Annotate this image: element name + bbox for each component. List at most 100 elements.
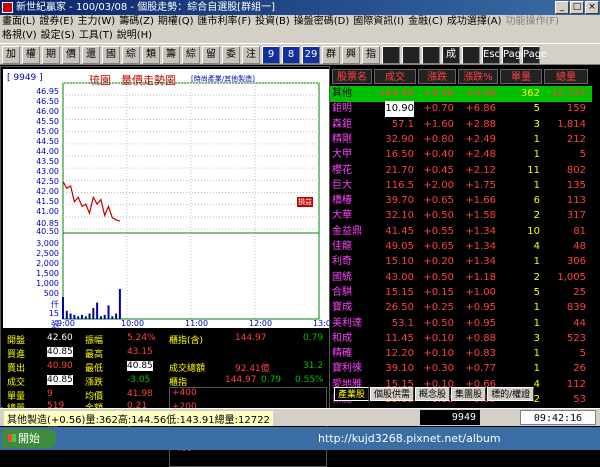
watchlist-cell: +1.66 [465, 195, 496, 207]
watchlist-cell: 5 [579, 348, 586, 360]
windows-logo-icon [8, 434, 16, 442]
group-tab[interactable]: 個股供需 [370, 387, 415, 401]
menu-item[interactable]: 說明(H) [117, 30, 152, 41]
mini-chart-change: 0.79 [261, 375, 282, 385]
toolbar-button[interactable]: Page [522, 46, 547, 64]
stat-label: 成交總額 [169, 364, 206, 374]
watchlist-row[interactable]: 精確 12.20 +0.10 +0.83 1 5 [330, 346, 592, 362]
watchlist-cell: 11.45 [385, 332, 414, 344]
toolbar-button[interactable]: 加 [2, 46, 20, 64]
menu-item[interactable]: 成功選擇(A) [447, 16, 502, 27]
watchlist-row[interactable]: 合騏 15.15 +0.15 +1.00 5 25 [330, 285, 592, 301]
menu-item[interactable]: 工具(T) [79, 30, 113, 41]
watchlist-row[interactable]: 鉅明 10.90 +0.70 +6.86 5 159 [330, 101, 592, 118]
toolbar-button[interactable]: Esc [482, 46, 500, 64]
menu-item[interactable]: 國際資訊(I) [353, 16, 404, 27]
toolbar-button[interactable]: 留 [202, 46, 220, 64]
watchlist-row[interactable]: 巨大 116.5 +2.00 +1.75 1 135 [330, 178, 592, 194]
watchlist-pane: 股票名 成交 漲跌 漲跌% 單量 總量 其他 144.56 +0.56 +0.39 362 12,7… [330, 66, 600, 408]
menu-item[interactable]: 主力(W) [78, 16, 116, 27]
watchlist-row[interactable]: 利奇 15.10 +0.20 +1.34 1 306 [330, 254, 592, 270]
app-window: 新世紀贏家 - 100/03/08 - 個股走勢：綜合自選股[群組一] _ □ … [0, 0, 600, 467]
menu-item[interactable]: 操盤密碼(D) [294, 16, 350, 27]
maximize-icon[interactable]: □ [570, 1, 584, 14]
column-header[interactable]: 股票名 [332, 69, 372, 84]
toolbar-button[interactable]: 指 [362, 46, 380, 64]
column-header[interactable]: 漲跌 [418, 69, 456, 84]
watchlist-row[interactable]: 金益鼎 41.45 +0.55 +1.34 10 81 [330, 224, 592, 240]
watchlist-cell: 5 [533, 103, 540, 115]
toolbar-button[interactable]: Page [502, 46, 527, 64]
watchlist-row[interactable]: 其他 144.56 +0.56 +0.39 362 12,722 [330, 86, 592, 102]
column-header[interactable]: 單量 [500, 69, 542, 84]
menu-item[interactable]: 投資(B) [255, 16, 290, 27]
toolbar-button[interactable]: 期 [42, 46, 60, 64]
toolbar-button[interactable]: 9 [262, 46, 280, 64]
column-header[interactable]: 成交 [374, 69, 416, 84]
watchlist-row[interactable]: 國統 43.00 +0.50 +1.18 2 1,005 [330, 270, 592, 286]
watchlist-row[interactable]: 大華 32.10 +0.50 +1.58 2 317 [330, 208, 592, 224]
watchlist-row[interactable]: 寶利徠 39.10 +0.30 +0.77 1 26 [330, 361, 592, 377]
watchlist-row[interactable]: 寶成 26.50 +0.25 +0.95 1 839 [330, 300, 592, 316]
menu-item[interactable]: 期權(Q) [158, 16, 194, 27]
watchlist-cell: +1.00 [465, 286, 496, 298]
toolbar-button[interactable]: 群 [322, 46, 340, 64]
watchlist-row[interactable]: 美利達 53.1 +0.50 +0.95 1 44 [330, 316, 592, 332]
toolbar-button[interactable] [422, 46, 440, 64]
menu-item[interactable]: 格視(V) [2, 30, 37, 41]
toolbar-button[interactable]: 綜 [122, 46, 140, 64]
toolbar-button[interactable]: 注 [242, 46, 260, 64]
toolbar-button[interactable]: 8 [282, 46, 300, 64]
start-button[interactable]: 開始 [2, 429, 56, 448]
toolbar-button[interactable]: 綜 [182, 46, 200, 64]
toolbar-button[interactable]: 價 [62, 46, 80, 64]
group-tab[interactable]: 產業股 [334, 387, 370, 401]
watchlist-cell: 2 [533, 210, 540, 222]
price-line [62, 181, 121, 222]
code-input[interactable]: 9949 [420, 410, 480, 425]
menu-item[interactable]: 金融(C) [408, 16, 443, 27]
group-tab[interactable]: 概念股 [415, 387, 451, 401]
watchlist-cell: 4 [533, 241, 540, 252]
volume-bar [111, 316, 114, 319]
watchlist-row[interactable]: 和成 11.45 +0.10 +0.88 3 523 [330, 331, 592, 347]
group-tab[interactable]: 標的/權證 [487, 387, 535, 401]
menu-item[interactable]: 匯市利率(F) [198, 16, 252, 27]
watchlist-row[interactable]: 大甲 16.50 +0.40 +2.48 1 5 [330, 147, 592, 163]
watchlist-row[interactable]: 精剛 32.90 +0.80 +2.49 1 212 [330, 132, 592, 148]
watchlist-row[interactable]: 櫻花 21.70 +0.45 +2.12 11 802 [330, 163, 592, 179]
toolbar-button[interactable] [462, 46, 480, 64]
clock: 09:42:16 [520, 410, 596, 425]
menu-item[interactable]: 畫面(L) [2, 16, 35, 27]
watchlist-row[interactable]: 橋椿 39.70 +0.65 +1.66 6 113 [330, 193, 592, 209]
toolbar-button[interactable]: 權 [22, 46, 40, 64]
toolbar-button[interactable]: 29 [302, 46, 320, 64]
toolbar-button[interactable]: 興 [342, 46, 360, 64]
close-icon[interactable]: × [585, 1, 599, 14]
stat-label: 賣出 [7, 364, 26, 374]
menu-item[interactable]: 籌碼(Z) [119, 16, 154, 27]
toolbar-button[interactable] [402, 46, 420, 64]
menu-item[interactable]: 證券(E) [39, 16, 73, 27]
toolbar-button[interactable]: 委 [222, 46, 240, 64]
menu-item[interactable]: 設定(S) [41, 30, 75, 41]
toolbar-button[interactable]: 成 [442, 46, 460, 64]
toolbar-button[interactable] [382, 46, 400, 64]
toolbar-button[interactable]: 國 [102, 46, 120, 64]
watchlist-cell: +1.58 [465, 210, 496, 222]
watchlist-cell: 44 [573, 317, 586, 329]
toolbar-button[interactable]: 類 [142, 46, 160, 64]
watchlist-row[interactable]: 佳龍 49.05 +0.65 +1.34 4 48 [330, 239, 592, 255]
watchlist-cell: 362 [520, 88, 540, 99]
watchlist-cell: +0.40 [423, 149, 454, 161]
column-header[interactable]: 漲跌% [458, 69, 498, 84]
toolbar-button[interactable]: 籌 [162, 46, 180, 64]
stat-label: 最高 [85, 350, 104, 360]
column-header[interactable]: 總量 [544, 69, 588, 84]
stat-value: 41.98 [127, 389, 153, 399]
toolbar-button[interactable]: 還 [82, 46, 100, 64]
minimize-icon[interactable]: _ [555, 1, 569, 14]
group-tab[interactable]: 集團股 [451, 387, 487, 401]
watchlist-row[interactable]: 森鉅 57.1 +1.60 +2.88 3 1,814 [330, 117, 592, 133]
watchlist-cell: +1.75 [465, 179, 496, 191]
